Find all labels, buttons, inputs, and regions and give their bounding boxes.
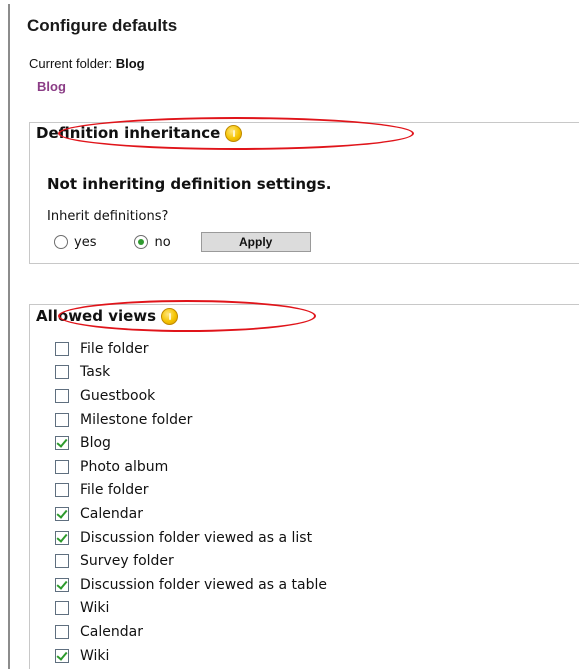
view-label: Photo album [80, 458, 169, 475]
info-icon[interactable] [161, 307, 179, 325]
view-item[interactable]: Calendar [55, 502, 327, 526]
definition-inheritance-legend: Definition inheritance [36, 124, 243, 142]
page-title: Configure defaults [27, 16, 178, 35]
view-label: Discussion folder viewed as a table [80, 576, 327, 593]
view-item[interactable]: Milestone folder [55, 408, 327, 432]
radio-no[interactable] [134, 235, 149, 249]
view-label: Calendar [80, 505, 143, 522]
current-folder-name: Blog [115, 56, 145, 71]
view-item[interactable]: File folder [55, 479, 327, 503]
view-checkbox[interactable] [55, 436, 69, 451]
view-label: Blog [80, 435, 111, 452]
inherit-radio-group: yes no Apply [54, 232, 311, 252]
view-checkbox[interactable] [55, 577, 69, 592]
allowed-views-legend: Allowed views [36, 307, 179, 325]
view-label: Wiki [80, 647, 110, 664]
view-item[interactable]: Discussion folder viewed as a list [55, 526, 327, 550]
view-label: Calendar [80, 623, 143, 640]
view-checkbox[interactable] [55, 483, 69, 498]
view-label: Guestbook [80, 387, 156, 404]
view-checkbox[interactable] [55, 341, 69, 356]
radio-no-label[interactable]: no [154, 235, 170, 250]
current-folder: Current folder: Blog [29, 56, 145, 71]
view-item[interactable]: Wiki [55, 597, 327, 621]
inheritance-status: Not inheriting definition settings. [47, 175, 332, 193]
view-label: Task [80, 364, 111, 381]
view-checkbox[interactable] [55, 459, 69, 474]
view-item[interactable]: Discussion folder viewed as a table [55, 573, 327, 597]
view-checkbox[interactable] [55, 388, 69, 403]
view-checkbox[interactable] [55, 412, 69, 427]
view-checkbox[interactable] [55, 648, 69, 663]
view-checkbox[interactable] [55, 624, 69, 639]
radio-yes-label[interactable]: yes [74, 235, 96, 250]
info-icon[interactable] [225, 124, 243, 142]
left-border [8, 4, 10, 669]
view-checkbox[interactable] [55, 554, 69, 569]
view-checkbox[interactable] [55, 365, 69, 380]
view-item[interactable]: Calendar [55, 620, 327, 644]
view-label: File folder [80, 482, 149, 499]
view-item[interactable]: Blog [55, 431, 327, 455]
view-item[interactable]: File folder [55, 337, 327, 361]
view-checkbox[interactable] [55, 601, 69, 616]
view-item[interactable]: Wiki [55, 644, 327, 668]
allowed-views-title: Allowed views [36, 307, 157, 325]
view-item[interactable]: Guestbook [55, 384, 327, 408]
view-label: Milestone folder [80, 411, 193, 428]
view-label: Survey folder [80, 553, 174, 570]
view-item[interactable]: Survey folder [55, 549, 327, 573]
apply-button[interactable]: Apply [200, 232, 311, 252]
inherit-question: Inherit definitions? [47, 209, 169, 224]
view-label: Wiki [80, 600, 110, 617]
view-checkbox[interactable] [55, 530, 69, 545]
view-checkbox[interactable] [55, 506, 69, 521]
current-folder-label: Current folder: [29, 56, 113, 71]
allowed-views-list: File folder Task Guestbook Milestone fol… [55, 337, 327, 667]
view-label: Discussion folder viewed as a list [80, 529, 313, 546]
view-label: File folder [80, 340, 149, 357]
definition-inheritance-title: Definition inheritance [36, 124, 221, 142]
view-item[interactable]: Task [55, 361, 327, 385]
folder-link-blog[interactable]: Blog [37, 79, 66, 94]
radio-yes[interactable] [54, 235, 68, 249]
view-item[interactable]: Photo album [55, 455, 327, 479]
